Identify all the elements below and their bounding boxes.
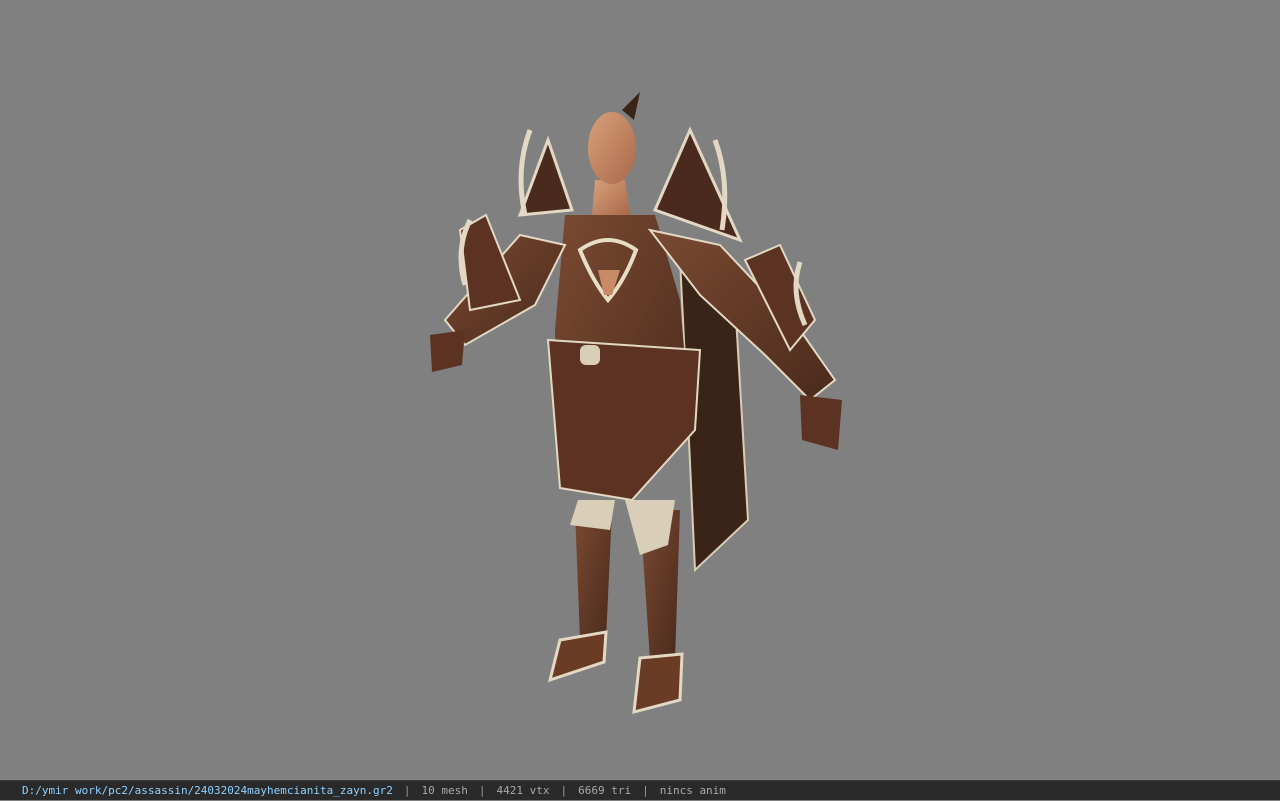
status-separator: | <box>560 784 568 797</box>
vertex-count-label: 4421 vtx <box>496 784 550 797</box>
triangle-count-label: 6669 tri <box>578 784 632 797</box>
armored-character-model <box>430 92 842 715</box>
status-separator: | <box>642 784 649 797</box>
model-viewport[interactable] <box>0 0 1280 780</box>
status-separator: | <box>478 784 486 797</box>
animation-status-label: nincs anim <box>659 784 726 797</box>
status-bar: D:/ymir work/pc2/assassin/24032024mayhem… <box>0 780 1280 800</box>
status-separator: | <box>403 784 411 797</box>
mesh-count-label: 10 mesh <box>421 784 468 797</box>
file-path-label: D:/ymir work/pc2/assassin/24032024mayhem… <box>22 784 393 797</box>
